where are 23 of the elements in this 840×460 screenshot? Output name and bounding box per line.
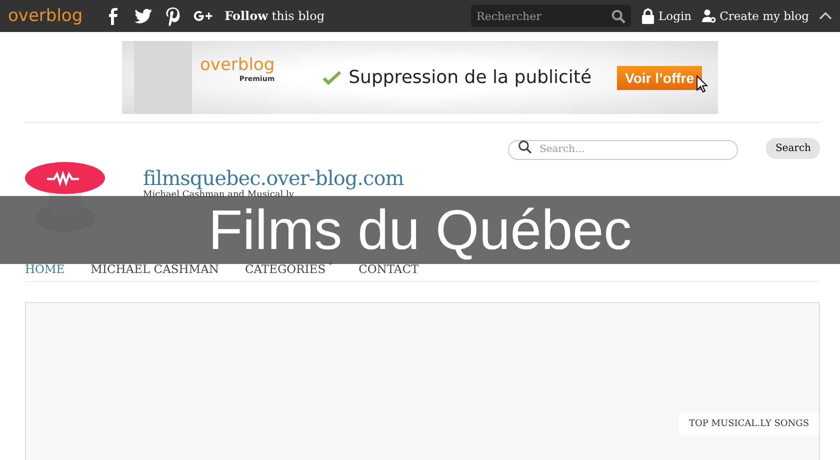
create-blog-link[interactable]: Create my blog xyxy=(720,9,809,23)
post-category-label[interactable]: TOP MUSICAL.LY SONGS xyxy=(678,412,819,434)
nav-link[interactable]: MICHAEL CASHMAN xyxy=(90,262,219,276)
cursor-icon xyxy=(696,74,708,92)
search-button[interactable]: Search xyxy=(766,138,820,159)
login-link[interactable]: Login xyxy=(658,9,692,23)
add-user-icon xyxy=(702,8,716,24)
search-field[interactable]: Search... xyxy=(508,140,738,160)
ad-logo: overblog xyxy=(200,54,275,74)
overblog-logo[interactable]: overblog xyxy=(8,6,83,26)
search-icon xyxy=(518,140,532,154)
chevron-up-icon[interactable] xyxy=(819,11,832,21)
twitter-icon[interactable] xyxy=(132,6,153,26)
blog-title[interactable]: filmsquebec.over-blog.com xyxy=(143,166,404,190)
follow-link[interactable]: Follow this blog xyxy=(224,9,325,23)
nav-link[interactable]: HOME xyxy=(25,262,65,276)
lock-icon xyxy=(640,8,655,24)
checkmark-icon xyxy=(322,70,341,85)
search-field[interactable]: Rechercher xyxy=(470,5,631,27)
page-title: Films du Québec xyxy=(208,202,632,258)
nav-link[interactable]: CONTACT xyxy=(358,262,419,276)
ad-message: Suppression de la publicité xyxy=(348,67,592,88)
search-icon[interactable] xyxy=(610,9,626,24)
